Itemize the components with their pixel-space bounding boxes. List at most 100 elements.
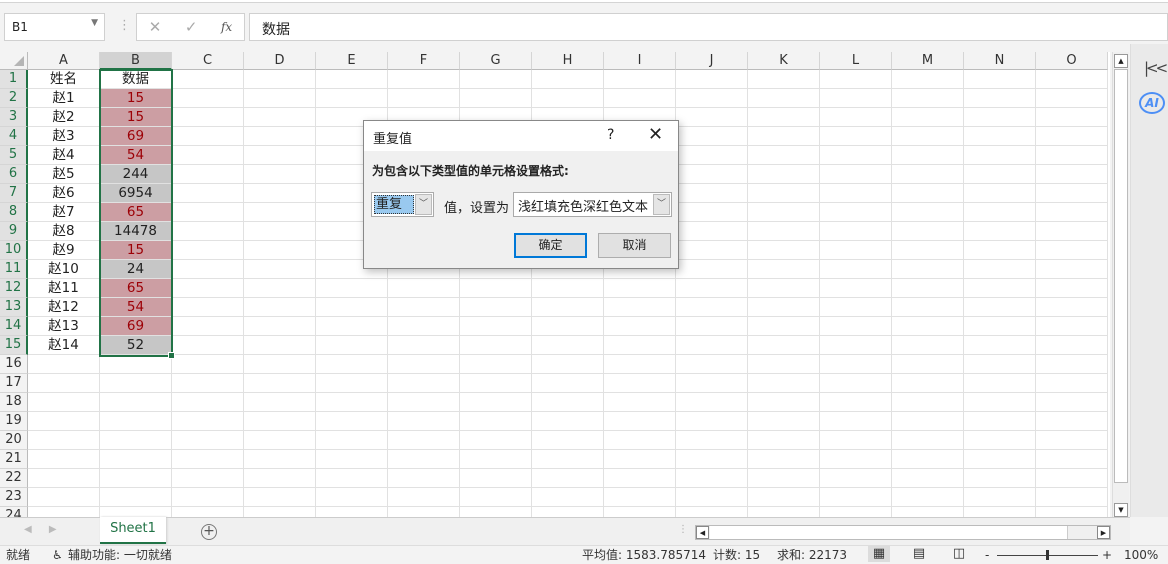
cell-l3[interactable] [820, 108, 892, 127]
cell-c18[interactable] [172, 393, 244, 412]
cell-n3[interactable] [964, 108, 1036, 127]
cell-n20[interactable] [964, 431, 1036, 450]
cell-m8[interactable] [892, 203, 964, 222]
column-header-c[interactable]: C [172, 52, 244, 70]
cell-n10[interactable] [964, 241, 1036, 260]
cell-m19[interactable] [892, 412, 964, 431]
cell-c16[interactable] [172, 355, 244, 374]
cell-f18[interactable] [388, 393, 460, 412]
cell-b1[interactable]: 数据 [100, 70, 172, 89]
close-icon[interactable]: ✕ [648, 124, 663, 145]
cell-b6[interactable]: 244 [100, 165, 172, 184]
cell-k13[interactable] [748, 298, 820, 317]
cell-c23[interactable] [172, 488, 244, 507]
row-header[interactable]: 20 [0, 431, 28, 450]
chevron-down-icon[interactable]: ▼ [91, 18, 98, 28]
cell-j13[interactable] [676, 298, 748, 317]
cell-d12[interactable] [244, 279, 316, 298]
cell-f17[interactable] [388, 374, 460, 393]
cell-k17[interactable] [748, 374, 820, 393]
row-header[interactable]: 5 [0, 146, 28, 165]
cell-m15[interactable] [892, 336, 964, 355]
cell-d17[interactable] [244, 374, 316, 393]
cell-d22[interactable] [244, 469, 316, 488]
zoom-in-button[interactable]: + [1102, 546, 1112, 564]
cell-c13[interactable] [172, 298, 244, 317]
tab-sheet1[interactable]: Sheet1 [100, 517, 166, 544]
normal-view-icon[interactable]: ▦ [868, 546, 890, 562]
cell-o19[interactable] [1036, 412, 1108, 431]
cell-o1[interactable] [1036, 70, 1108, 89]
cell-c4[interactable] [172, 127, 244, 146]
scroll-down-icon[interactable]: ▼ [1114, 503, 1128, 517]
row-header[interactable]: 18 [0, 393, 28, 412]
cell-g13[interactable] [460, 298, 532, 317]
cell-m18[interactable] [892, 393, 964, 412]
column-header-n[interactable]: N [964, 52, 1036, 70]
cell-a8[interactable]: 赵7 [28, 203, 100, 222]
cell-h14[interactable] [532, 317, 604, 336]
cell-b4[interactable]: 69 [100, 127, 172, 146]
insert-function-icon[interactable]: fx [221, 20, 232, 34]
column-header-f[interactable]: F [388, 52, 460, 70]
cell-l7[interactable] [820, 184, 892, 203]
cell-f15[interactable] [388, 336, 460, 355]
cell-k9[interactable] [748, 222, 820, 241]
cell-c1[interactable] [172, 70, 244, 89]
cell-m10[interactable] [892, 241, 964, 260]
cell-m24[interactable] [892, 507, 964, 517]
cell-l13[interactable] [820, 298, 892, 317]
cell-e18[interactable] [316, 393, 388, 412]
cell-f20[interactable] [388, 431, 460, 450]
cell-e13[interactable] [316, 298, 388, 317]
cell-j21[interactable] [676, 450, 748, 469]
cell-o16[interactable] [1036, 355, 1108, 374]
cell-b7[interactable]: 6954 [100, 184, 172, 203]
cell-d11[interactable] [244, 260, 316, 279]
cell-d14[interactable] [244, 317, 316, 336]
cell-o12[interactable] [1036, 279, 1108, 298]
cell-f19[interactable] [388, 412, 460, 431]
cell-k2[interactable] [748, 89, 820, 108]
cell-a10[interactable]: 赵9 [28, 241, 100, 260]
cell-i24[interactable] [604, 507, 676, 517]
cell-j23[interactable] [676, 488, 748, 507]
row-header[interactable]: 24 [0, 507, 28, 517]
cell-h19[interactable] [532, 412, 604, 431]
row-header[interactable]: 8 [0, 203, 28, 222]
cell-g14[interactable] [460, 317, 532, 336]
cell-o21[interactable] [1036, 450, 1108, 469]
sheet-nav-arrows-icon[interactable]: ◀ ▶ [24, 524, 57, 535]
cell-i12[interactable] [604, 279, 676, 298]
cell-e1[interactable] [316, 70, 388, 89]
cell-a13[interactable]: 赵12 [28, 298, 100, 317]
cell-c10[interactable] [172, 241, 244, 260]
scroll-up-icon[interactable]: ▲ [1114, 54, 1128, 68]
cell-l8[interactable] [820, 203, 892, 222]
cell-g1[interactable] [460, 70, 532, 89]
collapse-panel-icon[interactable]: |<< [1144, 59, 1168, 77]
cell-f21[interactable] [388, 450, 460, 469]
cell-k6[interactable] [748, 165, 820, 184]
cell-k8[interactable] [748, 203, 820, 222]
row-header[interactable]: 11 [0, 260, 28, 279]
row-header[interactable]: 13 [0, 298, 28, 317]
cell-a17[interactable] [28, 374, 100, 393]
cell-j5[interactable] [676, 146, 748, 165]
ai-assistant-icon[interactable]: AI [1139, 92, 1165, 114]
cell-g2[interactable] [460, 89, 532, 108]
cell-n7[interactable] [964, 184, 1036, 203]
cell-j20[interactable] [676, 431, 748, 450]
cell-b10[interactable]: 15 [100, 241, 172, 260]
cell-h21[interactable] [532, 450, 604, 469]
cell-f24[interactable] [388, 507, 460, 517]
cell-j3[interactable] [676, 108, 748, 127]
cell-n6[interactable] [964, 165, 1036, 184]
cell-o17[interactable] [1036, 374, 1108, 393]
cell-h12[interactable] [532, 279, 604, 298]
cell-i15[interactable] [604, 336, 676, 355]
cell-e23[interactable] [316, 488, 388, 507]
cell-i16[interactable] [604, 355, 676, 374]
cell-m13[interactable] [892, 298, 964, 317]
cell-b19[interactable] [100, 412, 172, 431]
